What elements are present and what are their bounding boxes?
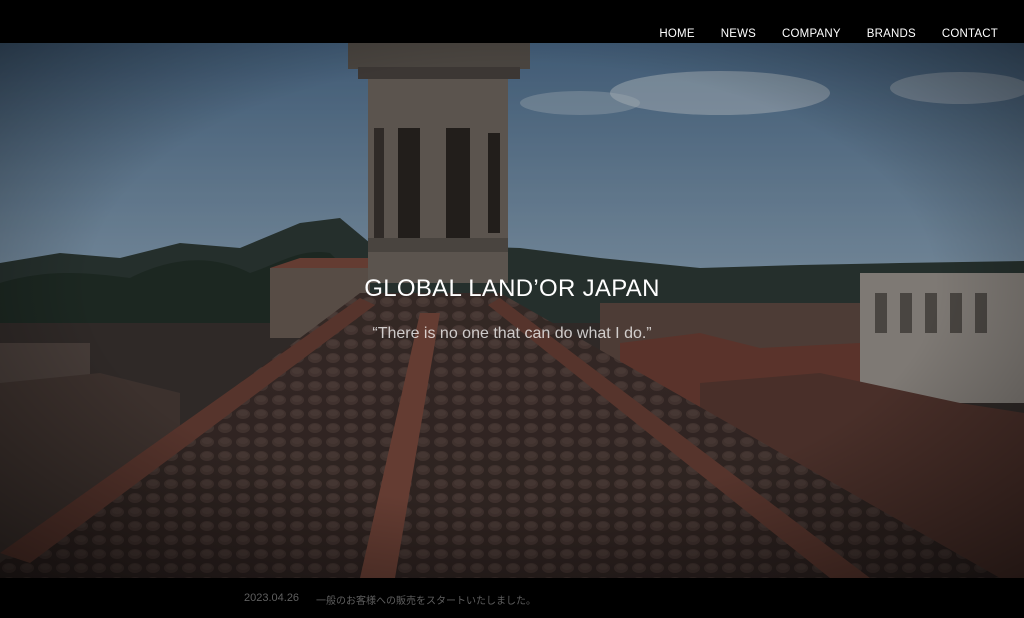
main-nav: HOME NEWS COMPANY BRANDS CONTACT — [659, 28, 998, 40]
hero-section: GLOBAL LAND’OR JAPAN “There is no one th… — [0, 43, 1024, 578]
nav-news-link[interactable]: NEWS — [721, 28, 756, 40]
nav-home-link[interactable]: HOME — [659, 28, 694, 40]
nav-contact-link[interactable]: CONTACT — [942, 28, 998, 40]
hero-title: GLOBAL LAND’OR JAPAN — [364, 275, 660, 302]
nav-company-link[interactable]: COMPANY — [782, 28, 841, 40]
nav-brands-link[interactable]: BRANDS — [867, 28, 916, 40]
hero-tagline: “There is no one that can do what I do.” — [372, 325, 652, 342]
news-date: 2023.04.26 — [244, 592, 300, 604]
news-link[interactable]: 一般のお客様への販売をスタートいたしました。 — [316, 592, 536, 607]
news-ticker: 2023.04.26 一般のお客様への販売をスタートいたしました。 — [0, 578, 1024, 618]
hero-background-image — [0, 43, 1024, 578]
header-bar: HOME NEWS COMPANY BRANDS CONTACT — [0, 0, 1024, 43]
